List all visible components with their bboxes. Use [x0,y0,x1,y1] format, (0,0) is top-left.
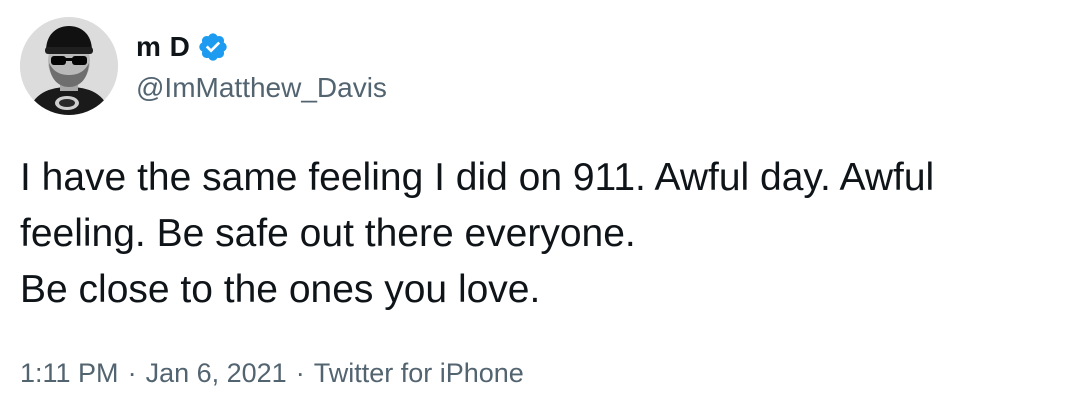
avatar-photo [20,17,118,115]
user-names: m D @ImMatthew_Davis [136,28,387,104]
avatar[interactable] [20,17,118,115]
display-name[interactable]: m D [136,31,190,63]
tweet-time-link[interactable]: 1:11 PM [20,358,119,389]
user-handle[interactable]: @ImMatthew_Davis [136,72,387,104]
verified-badge-icon [197,31,229,63]
tweet-text: I have the same feeling I did on 911. Aw… [20,156,935,311]
tweet-header: m D @ImMatthew_Davis [20,17,387,115]
tweet-date-link[interactable]: Jan 6, 2021 [146,358,287,389]
tweet-card: m D @ImMatthew_Davis I have the same fee… [0,0,1068,408]
name-row: m D [136,28,387,66]
tweet-meta: 1:11 PM · Jan 6, 2021 · Twitter for iPho… [20,358,524,389]
tweet-source-link[interactable]: Twitter for iPhone [314,358,524,389]
meta-separator: · [295,358,305,388]
meta-separator: · [127,358,137,388]
